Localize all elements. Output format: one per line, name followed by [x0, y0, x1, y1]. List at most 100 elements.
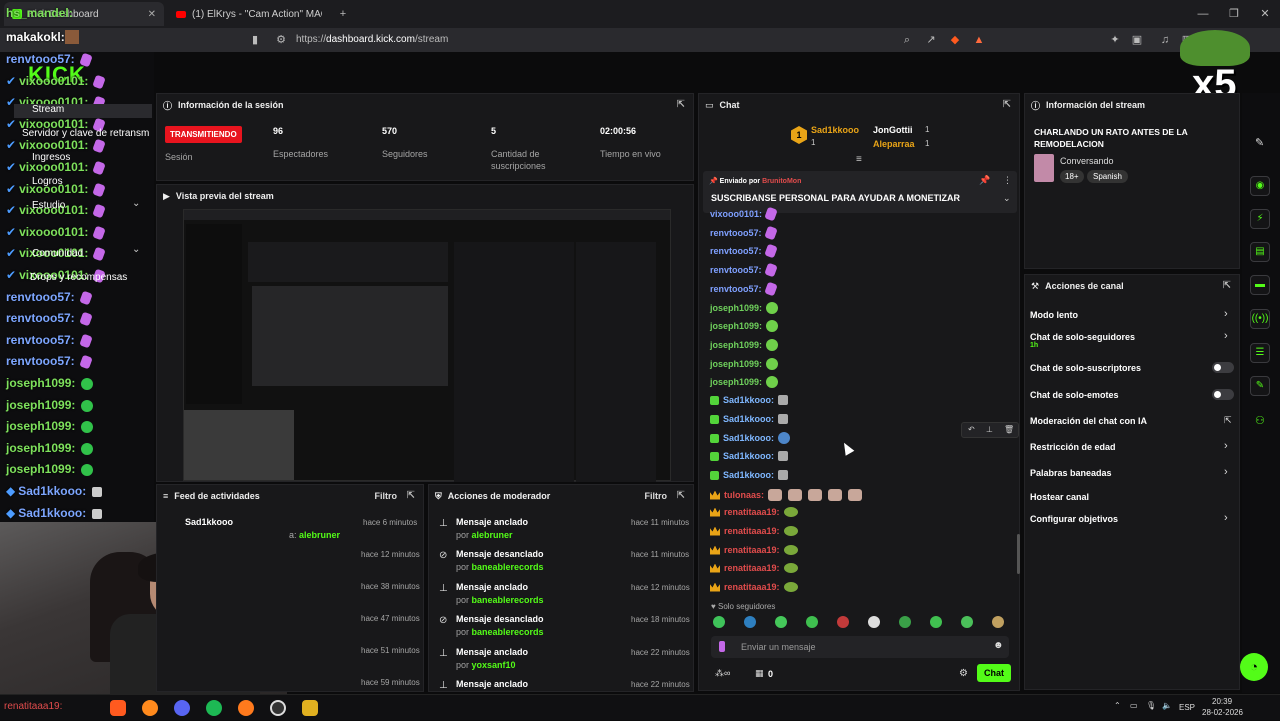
media-icon[interactable]: ♫ — [1158, 33, 1172, 47]
language-indicator[interactable]: ESP — [1179, 703, 1195, 712]
emote-icon[interactable] — [992, 616, 1004, 628]
maximize-icon[interactable]: ❐ — [1227, 7, 1241, 21]
mic-icon[interactable]: 🎙 — [1146, 701, 1156, 710]
scrollbar[interactable] — [1017, 534, 1020, 574]
emoji-icon[interactable]: ☻ — [993, 640, 1004, 651]
tools-icon[interactable]: ✎ — [1250, 376, 1270, 396]
chevron-up-icon[interactable]: ⌃ — [1114, 701, 1121, 710]
chat-username[interactable]: Sad1kkooo: — [723, 414, 774, 424]
mod-user[interactable]: baneablerecords — [472, 562, 544, 572]
chevron-down-icon[interactable]: ⌄ — [132, 198, 140, 209]
nav-item-stream[interactable]: Stream — [14, 104, 152, 118]
clock-date[interactable]: 28-02-2026 — [1202, 708, 1243, 717]
chat-message[interactable]: renatitaaa19: — [710, 507, 798, 517]
chat-message[interactable]: renatitaaa19: — [710, 526, 798, 536]
share-icon[interactable]: ↗ — [924, 33, 938, 47]
chat-username[interactable]: joseph1099: — [710, 359, 762, 369]
chat-message[interactable]: renvtooo57: — [710, 281, 778, 297]
store-icon[interactable]: ▦ — [755, 668, 764, 679]
channel-action-item[interactable]: Modo lento — [1030, 310, 1078, 320]
chat-message[interactable]: Sad1kkooo: — [710, 414, 789, 424]
zoom-icon[interactable]: ⌕ — [900, 33, 914, 47]
toggle-switch[interactable] — [1212, 389, 1234, 400]
clock-time[interactable]: 20:39 — [1212, 697, 1232, 706]
nav-item-ingresos[interactable]: Ingresos — [32, 152, 70, 163]
chat-username[interactable]: joseph1099: — [710, 340, 762, 350]
help-chat-button[interactable]: ◔ — [1240, 653, 1268, 681]
channel-action-item[interactable]: Configurar objetivos — [1030, 514, 1118, 524]
chat-message[interactable]: joseph1099: — [710, 358, 779, 370]
channel-action-item[interactable]: Chat de solo-emotes — [1030, 390, 1119, 400]
chat-username[interactable]: renatitaaa19: — [724, 507, 780, 517]
channel-action-item[interactable]: Hostear canal — [1030, 492, 1089, 502]
lightning-icon[interactable]: ⚡ — [1250, 209, 1270, 229]
chevron-down-icon[interactable]: ⌄ — [1003, 193, 1011, 204]
chat-username[interactable]: renatitaaa19: — [724, 526, 780, 536]
chevron-right-icon[interactable]: › — [1224, 308, 1228, 320]
discord-icon[interactable] — [174, 700, 190, 716]
chat-username[interactable]: joseph1099: — [710, 377, 762, 387]
external-link-icon[interactable]: ⇱ — [677, 490, 685, 501]
send-chat-button[interactable]: Chat — [977, 664, 1011, 682]
emote-icon[interactable] — [806, 616, 818, 628]
filter-button[interactable]: Filtro — [645, 491, 668, 501]
filter-button[interactable]: Filtro — [375, 491, 398, 501]
chat-message[interactable]: Sad1kkooo: — [710, 470, 789, 480]
chat-message[interactable]: renvtooo57: — [710, 225, 778, 241]
emote-icon[interactable] — [719, 641, 725, 652]
firefox-icon[interactable] — [238, 700, 254, 716]
chat-message[interactable]: renvtooo57: — [710, 243, 778, 259]
emote-icon[interactable] — [775, 616, 787, 628]
chevron-down-icon[interactable]: ⌄ — [132, 244, 140, 255]
chat-username[interactable]: renatitaaa19: — [724, 582, 780, 592]
screenshot-icon[interactable]: ▣ — [1130, 33, 1144, 47]
chat-message[interactable]: joseph1099: — [710, 320, 779, 332]
app-icon[interactable] — [302, 700, 318, 716]
channel-action-item[interactable]: Restricción de edad — [1030, 442, 1116, 452]
emote-icon[interactable] — [961, 616, 973, 628]
chat-message[interactable]: renatitaaa19: — [710, 563, 798, 573]
chat-message[interactable]: Sad1kkooo: — [710, 451, 789, 461]
tab-youtube[interactable]: (1) ElKrys - "Cam Action" MAQUETA — [168, 2, 330, 26]
chevron-right-icon[interactable]: › — [1224, 466, 1228, 478]
chat-username[interactable]: renvtooo57: — [710, 284, 762, 294]
chat-username[interactable]: joseph1099: — [710, 321, 762, 331]
tag-chip[interactable]: 18+ — [1060, 170, 1084, 183]
chat-message[interactable]: vixooo0101: — [710, 206, 778, 222]
close-icon[interactable]: ✕ — [148, 9, 156, 20]
pencil-icon[interactable]: ✎ — [1255, 136, 1264, 149]
server-icon[interactable]: ☰ — [1250, 343, 1270, 363]
chat-username[interactable]: renvtooo57: — [710, 246, 762, 256]
spotify-icon[interactable] — [206, 700, 222, 716]
chat-username[interactable]: renatitaaa19: — [724, 563, 780, 573]
rewards-icon[interactable]: ▲ — [972, 33, 986, 47]
nav-item-drops[interactable]: Drops y recompensas — [30, 272, 127, 283]
chat-message[interactable]: joseph1099: — [710, 376, 779, 388]
chat-username[interactable]: joseph1099: — [710, 303, 762, 313]
emote-icon[interactable] — [713, 616, 725, 628]
camera-icon[interactable]: ◉ — [1250, 176, 1270, 196]
bookmark-icon[interactable]: ▮ — [248, 33, 262, 47]
external-link-icon[interactable]: ⇱ — [677, 99, 685, 110]
gear-icon[interactable]: ⚙ — [959, 668, 968, 679]
site-settings-icon[interactable]: ⚙ — [274, 33, 288, 47]
channel-action-item[interactable]: Moderación del chat con IA — [1030, 416, 1147, 426]
chat-username[interactable]: renvtooo57: — [710, 265, 762, 275]
broadcast-icon[interactable]: ((•)) — [1250, 309, 1270, 329]
new-tab-button[interactable]: + — [336, 7, 350, 21]
chat-username[interactable]: Sad1kkooo: — [723, 395, 774, 405]
external-link-icon[interactable]: ⇱ — [1224, 415, 1232, 426]
chat-message[interactable]: renvtooo57: — [710, 262, 778, 278]
brave-shield-icon[interactable]: ◆ — [948, 33, 962, 47]
nav-item-servidor[interactable]: Servidor y clave de retransm — [22, 128, 149, 139]
chat-username[interactable]: Sad1kkooo: — [723, 470, 774, 480]
emote-icon[interactable] — [868, 616, 880, 628]
points-icon[interactable]: ⁂∞ — [715, 668, 730, 679]
document-icon[interactable]: ▤ — [1250, 242, 1270, 262]
chat-message[interactable]: joseph1099: — [710, 339, 779, 351]
external-link-icon[interactable]: ⇱ — [1003, 99, 1011, 110]
chat-input[interactable]: Enviar un mensaje ☻ — [711, 636, 1009, 658]
external-link-icon[interactable]: ⇱ — [1223, 280, 1231, 291]
nav-item-comunidad[interactable]: Comunidad — [32, 248, 83, 259]
more-icon[interactable]: ⋮ — [1003, 175, 1012, 186]
